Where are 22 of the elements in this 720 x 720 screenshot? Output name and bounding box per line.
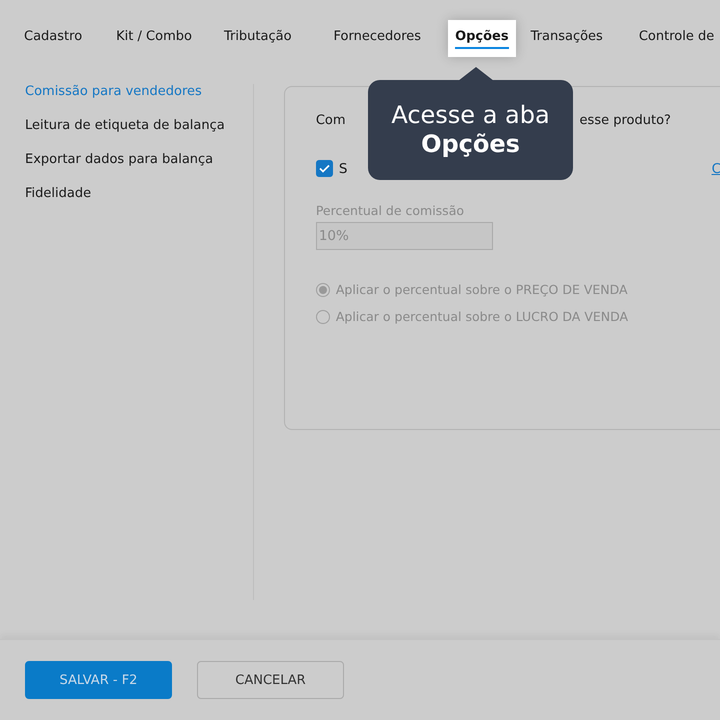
radio-label: Aplicar o percentual sobre o PREÇO DE VENDA (336, 282, 628, 297)
checkbox-label: S (338, 160, 348, 176)
checkbox[interactable] (316, 160, 333, 177)
sidebar-item[interactable]: Leitura de etiqueta de balança (25, 118, 253, 133)
tab[interactable]: Controle de (632, 20, 720, 56)
check-icon (318, 164, 330, 173)
radio-label: Aplicar o percentual sobre o LUCRO DA VENDA (336, 309, 628, 324)
question-text: Com (316, 113, 346, 128)
sidebar-item[interactable]: Exportar dados para balança (25, 152, 253, 167)
tab[interactable]: Tributação (216, 20, 299, 56)
radio-button[interactable] (316, 310, 330, 324)
tab[interactable]: Opções (448, 20, 516, 56)
cancel-button[interactable]: CANCELAR (197, 661, 344, 699)
radio-button[interactable] (316, 282, 330, 296)
field-label: Percentual de comissão (316, 203, 466, 218)
question-text: esse produto? (580, 113, 671, 128)
tab[interactable]: Fornecedores (326, 20, 428, 56)
tab[interactable]: Transações (524, 20, 610, 56)
tooltip: Acesse a aba Opções (368, 80, 573, 180)
sidebar-item[interactable]: Fidelidade (25, 186, 253, 201)
tab[interactable]: Cadastro (17, 20, 90, 56)
tab[interactable]: Kit / Combo (109, 20, 199, 56)
